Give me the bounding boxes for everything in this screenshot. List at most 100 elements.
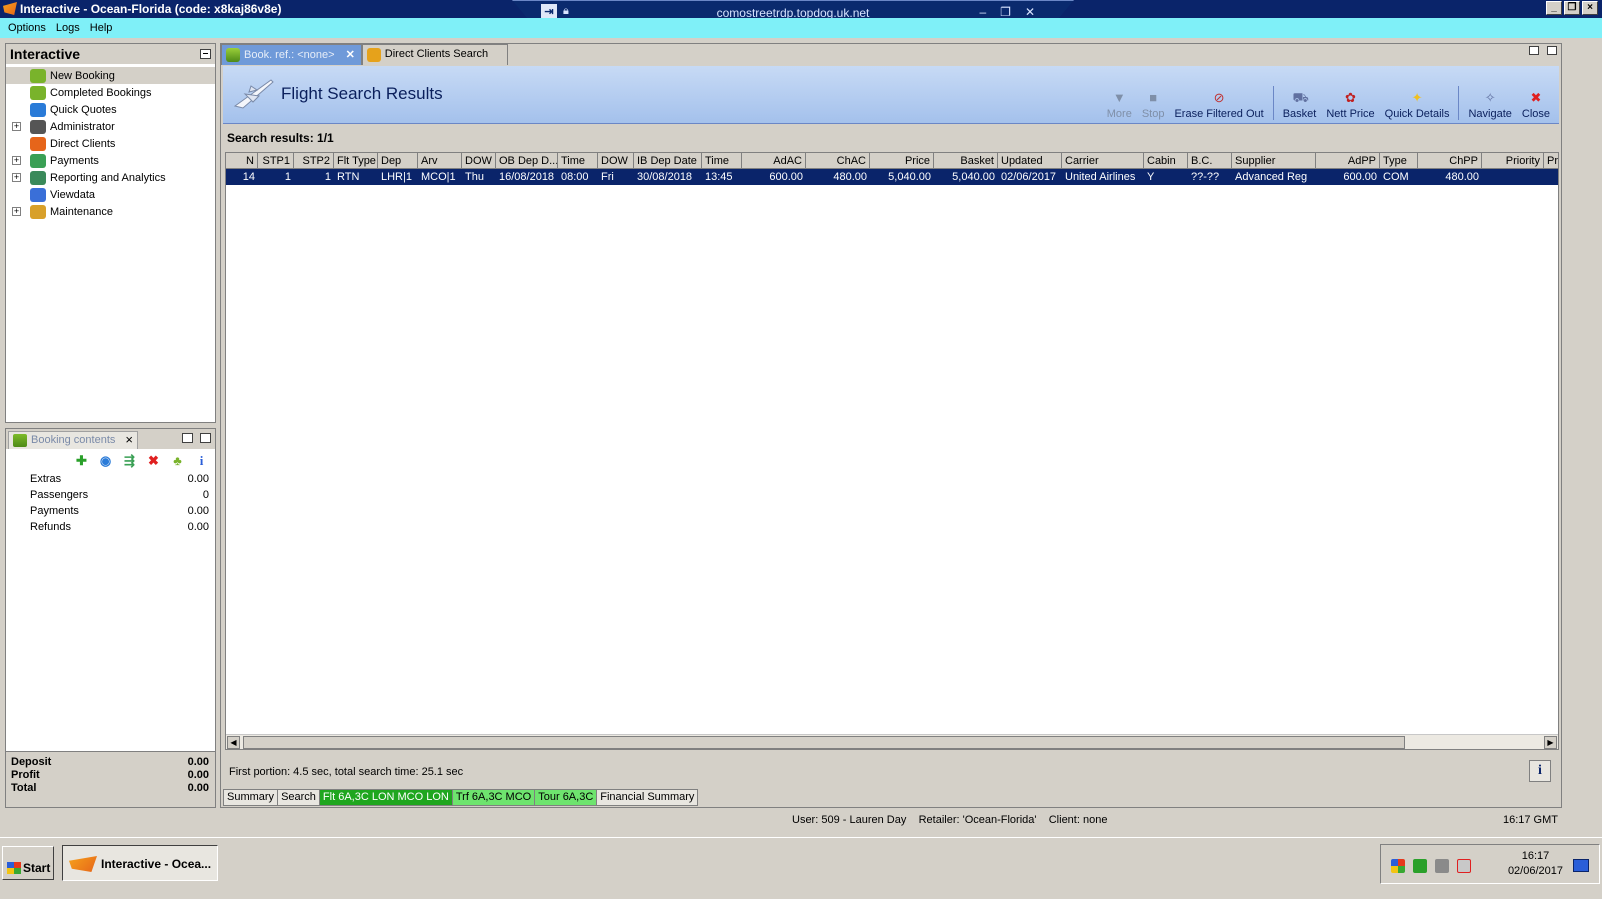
tree-item-completed-bookings[interactable]: Completed Bookings <box>6 84 215 101</box>
bottom-tab-flt-6a-3c-lon-mco-lon[interactable]: Flt 6A,3C LON MCO LON <box>318 789 453 806</box>
show-desktop-icon[interactable] <box>1573 859 1589 872</box>
toolbar-quick-details-button[interactable]: ✦ Quick Details <box>1380 91 1455 121</box>
tree-item-new-booking[interactable]: New Booking <box>6 67 215 84</box>
booking-row-value: 0.00 <box>187 505 209 517</box>
info-icon[interactable]: i <box>194 453 209 468</box>
expand-icon[interactable]: + <box>12 173 21 182</box>
column-header[interactable]: Supplier <box>1232 153 1316 169</box>
close-window-button[interactable]: × <box>1582 1 1598 15</box>
restore-button[interactable]: ❐ <box>1564 1 1580 15</box>
minimize-view-button[interactable] <box>1529 46 1539 55</box>
tab-direct-clients-search[interactable]: Direct Clients Search <box>361 44 508 65</box>
column-header[interactable]: Time <box>558 153 598 169</box>
menu-help[interactable]: Help <box>87 22 116 34</box>
tab-booking-ref[interactable]: Book. ref.: <none> ✕ <box>221 44 362 65</box>
erase-filter-icon: ⊘ <box>1213 90 1225 105</box>
column-header[interactable]: IB Dep Date <box>634 153 702 169</box>
column-header[interactable]: Time <box>702 153 742 169</box>
network-icon[interactable] <box>1435 859 1449 873</box>
transfer-icon[interactable]: ⇶ <box>122 453 137 468</box>
money-icon[interactable] <box>1413 859 1427 873</box>
tree-item-payments[interactable]: + Payments <box>6 152 215 169</box>
toolbar-stop-button[interactable]: ■ Stop <box>1137 91 1170 121</box>
scrollbar-thumb[interactable] <box>243 736 1405 749</box>
globe-refresh-icon[interactable]: ◉ <box>98 453 113 468</box>
column-header[interactable]: Flt Type <box>334 153 378 169</box>
info-button[interactable]: i <box>1529 760 1551 782</box>
bottom-tab-search[interactable]: Search <box>277 789 320 806</box>
toolbar-navigate-button[interactable]: ✧ Navigate <box>1463 91 1516 121</box>
column-header[interactable]: Carrier <box>1062 153 1144 169</box>
horizontal-scrollbar[interactable]: ◀ ▶ <box>226 734 1558 749</box>
column-header[interactable]: Pr <box>1544 153 1558 169</box>
toolbar-label: Close <box>1521 108 1550 120</box>
column-header[interactable]: ChAC <box>806 153 870 169</box>
column-header[interactable]: Priority <box>1482 153 1544 169</box>
menu-logs[interactable]: Logs <box>53 22 83 34</box>
menu-options[interactable]: Options <box>5 22 49 34</box>
tray-clock[interactable]: 16:17 02/06/2017 <box>1508 849 1563 879</box>
globe-icon <box>30 187 46 202</box>
toolbar-more-button[interactable]: ▼ More <box>1102 91 1137 121</box>
tree-item-administrator[interactable]: + Administrator <box>6 118 215 135</box>
maximize-view-button[interactable] <box>1547 46 1557 55</box>
add-icon[interactable]: ✚ <box>74 453 89 468</box>
booking-contents-tab[interactable]: Booking contents × <box>8 431 138 449</box>
column-header[interactable]: Arv <box>418 153 462 169</box>
column-header[interactable]: DOW <box>598 153 634 169</box>
column-header[interactable]: Updated <box>998 153 1062 169</box>
close-tab-icon[interactable]: ✕ <box>346 49 355 61</box>
table-cell: 16/08/2018 <box>499 171 555 183</box>
bottom-tab-trf-6a-3c-mco[interactable]: Trf 6A,3C MCO <box>451 789 536 806</box>
summary-value: 0.00 <box>187 782 209 794</box>
bottom-tab-tour-6a-3c[interactable]: Tour 6A,3C <box>534 789 598 806</box>
collapse-nav-button[interactable] <box>200 49 211 59</box>
rdp-close-button[interactable]: ✕ <box>1025 5 1035 19</box>
delete-icon[interactable]: ✖ <box>146 453 161 468</box>
column-header[interactable]: AdAC <box>742 153 806 169</box>
start-button[interactable]: Start <box>2 846 54 880</box>
column-header[interactable]: B.C. <box>1188 153 1232 169</box>
expand-icon[interactable]: + <box>12 156 21 165</box>
tree-item-maintenance[interactable]: + Maintenance <box>6 203 215 220</box>
tree-item-direct-clients[interactable]: Direct Clients <box>6 135 215 152</box>
column-header[interactable]: Price <box>870 153 934 169</box>
expand-icon[interactable]: + <box>12 122 21 131</box>
palm-tree-icon[interactable]: ♣ <box>170 453 185 468</box>
column-header[interactable]: OB Dep D... <box>496 153 558 169</box>
close-tab-icon[interactable]: × <box>125 432 133 447</box>
bottom-tab-summary[interactable]: Summary <box>223 789 279 806</box>
scroll-left-icon[interactable]: ◀ <box>227 736 240 749</box>
column-header[interactable]: Cabin <box>1144 153 1188 169</box>
column-header[interactable]: STP2 <box>294 153 334 169</box>
maximize-panel-button[interactable] <box>200 433 211 443</box>
column-header[interactable]: STP1 <box>258 153 294 169</box>
taskbar-item-interactive[interactable]: Interactive - Ocea... <box>62 845 218 881</box>
toolbar-close-button[interactable]: ✖ Close <box>1517 91 1555 121</box>
tree-item-reporting-and-analytics[interactable]: + Reporting and Analytics <box>6 169 215 186</box>
rdp-minimize-button[interactable]: ‒ <box>979 5 986 19</box>
column-header[interactable]: N <box>226 153 258 169</box>
tree-item-quick-quotes[interactable]: Quick Quotes <box>6 101 215 118</box>
windows-update-icon[interactable] <box>1391 859 1405 873</box>
column-header[interactable]: AdPP <box>1316 153 1380 169</box>
basket-icon: ⛟ <box>1292 90 1309 105</box>
volume-muted-icon[interactable] <box>1457 859 1471 873</box>
toolbar-nett-price-button[interactable]: ✿ Nett Price <box>1321 91 1379 121</box>
minimize-panel-button[interactable] <box>182 433 193 443</box>
column-header[interactable]: Type <box>1380 153 1418 169</box>
expand-icon[interactable]: + <box>12 207 21 216</box>
bottom-tab-financial-summary[interactable]: Financial Summary <box>596 789 699 806</box>
column-header[interactable]: DOW <box>462 153 496 169</box>
column-header[interactable]: Basket <box>934 153 998 169</box>
rdp-restore-button[interactable]: ❐ <box>1000 5 1011 19</box>
table-row[interactable]: 14 1 1 RTN LHR|1 MCO|1 Thu 16/08/2018 08:00 Fri 30… <box>226 169 1558 185</box>
column-header[interactable]: Dep <box>378 153 418 169</box>
toolbar-erase-filtered-out-button[interactable]: ⊘ Erase Filtered Out <box>1169 90 1268 121</box>
column-header[interactable]: ChPP <box>1418 153 1482 169</box>
tree-item-viewdata[interactable]: Viewdata <box>6 186 215 203</box>
toolbar-basket-button[interactable]: ⛟ Basket <box>1278 90 1322 121</box>
minimize-button[interactable]: _ <box>1546 1 1562 15</box>
scroll-right-icon[interactable]: ▶ <box>1544 736 1557 749</box>
table-cell: 14 <box>242 171 255 183</box>
